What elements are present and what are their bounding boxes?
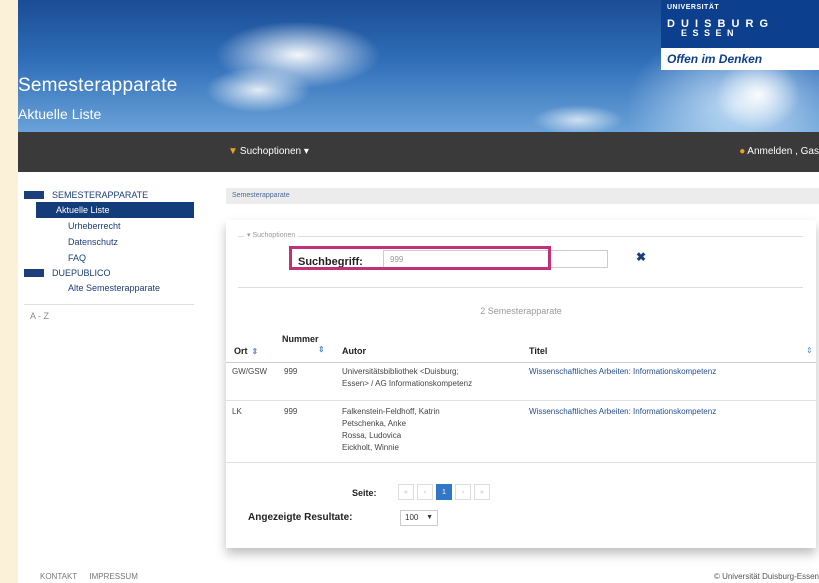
author-line: Petschenka, Anke	[342, 419, 407, 428]
sidebar-az-link[interactable]: A - Z	[24, 311, 194, 321]
highlight-box	[289, 246, 551, 270]
cell-ort: LK	[232, 407, 242, 416]
footer-contact-link[interactable]: KONTAKT	[40, 572, 77, 581]
motto-text: Offen im Denken	[667, 52, 763, 66]
sort-icon[interactable]: ⇕	[806, 346, 813, 355]
author-line: Universitätsbibliothek <Duisburg;	[342, 367, 459, 376]
section-marker-icon	[24, 191, 44, 199]
footer-imprint-link[interactable]: IMPRESSUM	[89, 572, 137, 581]
filter-icon: ▼	[228, 146, 238, 157]
author-line: Rossa, Ludovica	[342, 431, 402, 440]
cell-titel-link[interactable]: Wissenschaftliches Arbeiten: Information…	[529, 406, 716, 418]
footer-copyright: © Universität Duisburg-Essen	[713, 572, 819, 581]
fieldset-border	[238, 236, 803, 237]
next-page-button[interactable]: ›	[455, 484, 471, 500]
results-per-page-label: Angezeigte Resultate:	[248, 512, 353, 523]
pagination-label: Seite:	[352, 488, 377, 498]
cell-ort: GW/GSW	[232, 367, 268, 376]
logo-top-text: UNIVERSITÄT	[667, 4, 720, 11]
results-panel: ▾ Suchoptionen Suchbegriff: ✖ 2 Semester…	[226, 220, 816, 548]
column-nummer[interactable]: Nummer ⇕	[282, 334, 325, 354]
caret-down-icon: ▼	[426, 514, 433, 521]
footer-links: KONTAKT IMPRESSUM	[40, 572, 148, 581]
page: Semesterapparate Aktuelle Liste UNIVERSI…	[18, 0, 819, 583]
header-banner: Semesterapparate Aktuelle Liste UNIVERSI…	[18, 0, 819, 132]
column-autor[interactable]: Autor	[342, 346, 366, 356]
user-icon: ●	[739, 146, 746, 157]
author-line: Falkenstein-Feldhoff, Katrin	[342, 407, 440, 416]
column-autor-label: Autor	[342, 346, 366, 356]
breadcrumb[interactable]: Semesterapparate	[226, 188, 819, 204]
author-line: Essen> / AG Informationskompetenz	[342, 379, 473, 388]
sort-icon: ⇕	[318, 345, 325, 354]
result-count: 2 Semesterapparate	[480, 306, 562, 316]
search-options-label: Suchoptionen ▾	[239, 146, 309, 157]
cell-nummer: 999	[284, 407, 298, 416]
sidebar-item-urheberrecht[interactable]: Urheberrecht	[36, 218, 194, 234]
cell-titel-link[interactable]: Wissenschaftliches Arbeiten: Information…	[529, 366, 716, 378]
table-header: Ort ⇕ Nummer ⇕ Autor Titel ⇕	[226, 330, 816, 363]
sidebar-item-alte-semesterapparate[interactable]: Alte Semesterapparate	[36, 280, 194, 296]
search-options-menu[interactable]: ▼ Suchoptionen ▾	[228, 146, 309, 157]
page-1-button[interactable]: 1	[436, 484, 452, 500]
sidebar-section-semesterapparate[interactable]: SEMESTERAPPARATE	[24, 188, 194, 202]
site-subtitle: Aktuelle Liste	[18, 106, 102, 122]
cell-nummer: 999	[284, 367, 298, 376]
column-titel-label: Titel	[529, 346, 548, 356]
table-row[interactable]: LK 999 Falkenstein-Feldhoff, Katrin Pets…	[226, 400, 816, 463]
sidebar-item-datenschutz[interactable]: Datenschutz	[36, 234, 194, 250]
university-logo[interactable]: UNIVERSITÄT D U I S B U R G E S S E N	[661, 0, 819, 48]
navbar: ▼ Suchoptionen ▾ ● Anmelden , Gas	[18, 132, 819, 172]
author-line: Eickholt, Winnie	[342, 443, 399, 452]
prev-page-button[interactable]: ‹	[417, 484, 433, 500]
results-per-page-select[interactable]: 100 ▼	[400, 510, 438, 526]
results-per-page-value: 100	[405, 513, 419, 522]
last-page-button[interactable]: »	[474, 484, 490, 500]
sidebar-section-label: SEMESTERAPPARATE	[52, 190, 149, 200]
motto: Offen im Denken	[661, 48, 819, 70]
clear-search-icon[interactable]: ✖	[636, 250, 646, 264]
column-ort-label: Ort	[234, 346, 248, 356]
pagination: « ‹ 1 › »	[398, 484, 493, 500]
sidebar-divider	[24, 304, 194, 305]
login-link[interactable]: ● Anmelden , Gas	[739, 146, 819, 157]
column-ort[interactable]: Ort ⇕	[234, 346, 258, 356]
site-title: Semesterapparate	[18, 75, 178, 96]
sort-icon: ⇕	[251, 347, 259, 356]
table-row[interactable]: GW/GSW 999 Universitätsbibliothek <Duisb…	[226, 362, 816, 401]
sidebar-section-duepublico[interactable]: DUEPUBLICO	[24, 266, 194, 280]
sidebar: SEMESTERAPPARATE Aktuelle Liste Urheberr…	[24, 188, 194, 321]
sidebar-item-faq[interactable]: FAQ	[36, 250, 194, 266]
cell-autor: Falkenstein-Feldhoff, Katrin Petschenka,…	[342, 406, 440, 454]
column-titel[interactable]: Titel	[529, 346, 547, 356]
first-page-button[interactable]: «	[398, 484, 414, 500]
logo-line2: E S S E N	[681, 28, 736, 38]
cell-autor: Universitätsbibliothek <Duisburg; Essen>…	[342, 366, 472, 390]
section-marker-icon	[24, 269, 44, 277]
column-nummer-label: Nummer	[282, 334, 319, 344]
divider	[238, 287, 803, 288]
search-options-toggle[interactable]: ▾ Suchoptionen	[244, 231, 299, 239]
sidebar-section-label: DUEPUBLICO	[52, 268, 111, 278]
login-label: Anmelden , Gas	[747, 146, 819, 157]
sidebar-item-aktuelle-liste[interactable]: Aktuelle Liste	[36, 202, 194, 218]
